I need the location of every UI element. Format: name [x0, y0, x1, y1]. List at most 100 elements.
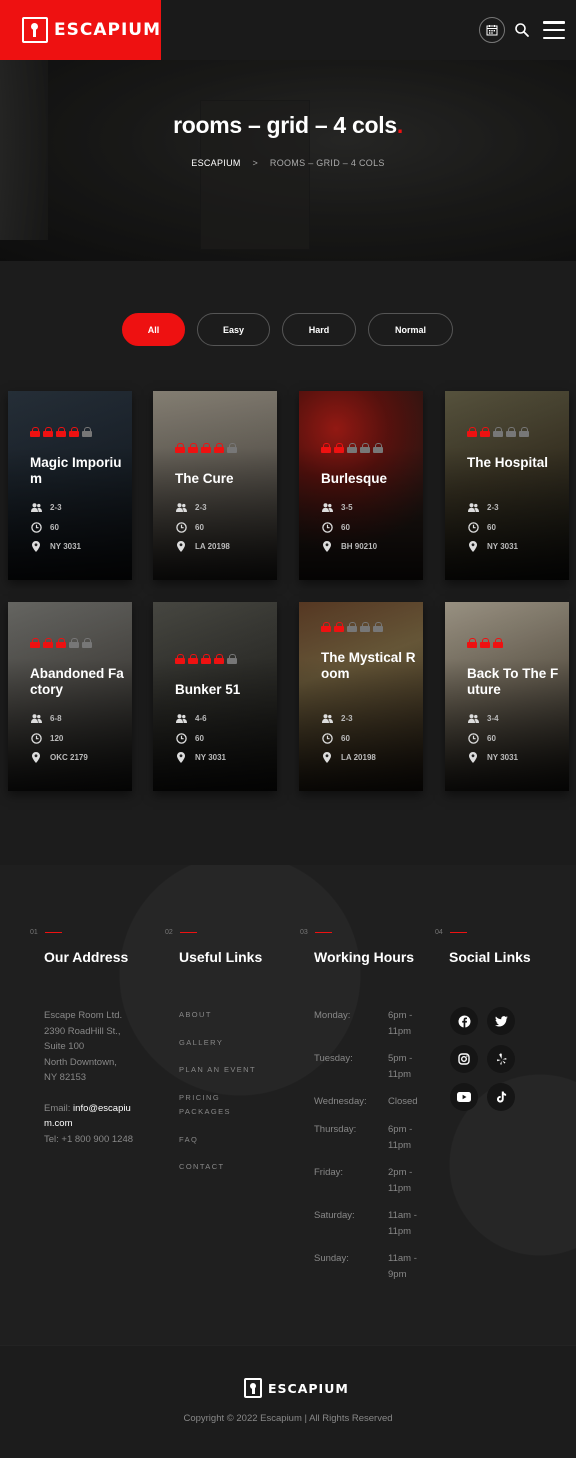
footer-links: ABOUT GALLERY PLAN AN EVENT PRICING PACK… [179, 1008, 256, 1188]
footer-link-pricing[interactable]: PRICING PACKAGES [179, 1091, 239, 1120]
room-location: LA 20198 [175, 541, 230, 552]
difficulty-rating [467, 427, 530, 437]
room-minutes: 60 [30, 522, 59, 533]
room-filters: All Easy Hard Normal [0, 313, 576, 347]
players-icon [175, 714, 187, 723]
footer-link-plan-event[interactable]: PLAN AN EVENT [179, 1063, 256, 1078]
footer-link-about[interactable]: ABOUT [179, 1008, 256, 1023]
room-location: OKC 2179 [30, 752, 88, 763]
room-minutes: 60 [467, 522, 496, 533]
filter-normal[interactable]: Normal [368, 313, 453, 346]
lock-icon [214, 654, 225, 664]
room-minutes: 60 [175, 522, 204, 533]
room-card[interactable]: The Hospital 2-3 60 NY 3031 [445, 391, 569, 580]
room-name[interactable]: Burlesque [321, 471, 417, 487]
footer-heading-hours: Working Hours [314, 949, 415, 965]
room-location-value: LA 20198 [341, 753, 376, 762]
players-icon [175, 503, 187, 512]
lock-icon [69, 638, 80, 648]
twitter-icon[interactable] [487, 1007, 515, 1035]
difficulty-rating [321, 443, 384, 453]
room-card[interactable]: Abandoned Factory 6-8 120 OKC 2179 [8, 602, 132, 791]
room-minutes: 60 [467, 733, 496, 744]
page-title: rooms – grid – 4 cols. [173, 112, 403, 138]
lock-icon [347, 622, 358, 632]
tiktok-icon[interactable] [487, 1083, 515, 1111]
lock-icon [82, 638, 93, 648]
room-players: 2-3 [467, 503, 499, 512]
room-location: NY 3031 [467, 752, 518, 763]
room-card[interactable]: The Mystical Room 2-3 60 LA 20198 [299, 602, 423, 791]
room-minutes-value: 60 [341, 734, 350, 743]
keyhole-icon [244, 1378, 262, 1398]
footer-heading-address: Our Address [44, 949, 129, 965]
clock-icon [467, 522, 479, 533]
room-name[interactable]: The Hospital [467, 455, 563, 471]
clock-icon [30, 522, 42, 533]
footer-link-faq[interactable]: FAQ [179, 1133, 256, 1148]
room-players-value: 4-6 [195, 714, 207, 723]
site-header: ESCAPIUM [0, 0, 576, 60]
room-card[interactable]: Burlesque 3-5 60 BH 90210 [299, 391, 423, 580]
lock-icon [321, 443, 332, 453]
footer-link-gallery[interactable]: GALLERY [179, 1036, 256, 1051]
filter-hard[interactable]: Hard [282, 313, 356, 346]
keyhole-icon [22, 17, 48, 43]
lock-icon [227, 443, 238, 453]
room-name[interactable]: Bunker 51 [175, 682, 271, 698]
lock-icon [334, 622, 345, 632]
lock-icon [30, 638, 41, 648]
lock-icon [467, 427, 478, 437]
footer-logo[interactable]: ESCAPIUM [244, 1378, 349, 1398]
room-location: NY 3031 [30, 541, 81, 552]
room-location: LA 20198 [321, 752, 376, 763]
difficulty-rating [467, 638, 504, 648]
facebook-icon[interactable] [450, 1007, 478, 1035]
room-location: NY 3031 [175, 752, 226, 763]
filter-all[interactable]: All [122, 313, 185, 346]
room-name[interactable]: Magic Imporium [30, 455, 126, 487]
room-name[interactable]: Back To The Future [467, 666, 563, 698]
lock-icon [506, 427, 517, 437]
room-card[interactable]: The Cure 2-3 60 LA 20198 [153, 391, 277, 580]
footer-link-contact[interactable]: CONTACT [179, 1160, 256, 1175]
filter-easy[interactable]: Easy [197, 313, 270, 346]
room-minutes: 60 [321, 522, 350, 533]
footer-heading-social: Social Links [449, 949, 531, 965]
lock-icon [321, 622, 332, 632]
breadcrumb-current: ROOMS – GRID – 4 COLS [269, 158, 385, 168]
instagram-icon[interactable] [450, 1045, 478, 1073]
room-card[interactable]: Bunker 51 4-6 60 NY 3031 [153, 602, 277, 791]
clock-icon [175, 733, 187, 744]
site-logo[interactable]: ESCAPIUM [0, 0, 161, 60]
location-pin-icon [175, 541, 187, 552]
clock-icon [321, 522, 333, 533]
room-minutes-value: 120 [50, 734, 64, 743]
room-players: 4-6 [175, 714, 207, 723]
lock-icon [82, 427, 93, 437]
search-icon[interactable] [514, 22, 530, 38]
room-name[interactable]: The Cure [175, 471, 271, 487]
menu-icon[interactable] [543, 21, 565, 39]
room-card[interactable]: Magic Imporium 2-3 60 NY 3031 [8, 391, 132, 580]
lock-icon [214, 443, 225, 453]
lock-icon [43, 638, 54, 648]
youtube-icon[interactable] [450, 1083, 478, 1111]
room-name[interactable]: Abandoned Factory [30, 666, 126, 698]
breadcrumb-home[interactable]: ESCAPIUM [191, 158, 240, 168]
lock-icon [467, 638, 478, 648]
difficulty-rating [321, 622, 384, 632]
working-hours: Monday: 6pm - 11pm Tuesday: 5pm - 11pm Wed… [314, 1010, 418, 1280]
room-players-value: 2-3 [487, 503, 499, 512]
calendar-button[interactable] [479, 17, 505, 43]
footer-address: Escape Room Ltd. 2390 RoadHill St., Suit… [44, 1008, 134, 1147]
room-name[interactable]: The Mystical Room [321, 650, 417, 682]
room-card[interactable]: Back To The Future 3-4 60 NY 3031 [445, 602, 569, 791]
yelp-icon[interactable] [487, 1045, 515, 1073]
clock-icon [30, 733, 42, 744]
room-players: 3-5 [321, 503, 353, 512]
lock-icon [373, 622, 384, 632]
room-location: BH 90210 [321, 541, 377, 552]
footer-col-number: 01 [30, 929, 62, 936]
footer-phone[interactable]: Tel: +1 800 900 1248 [44, 1132, 134, 1148]
